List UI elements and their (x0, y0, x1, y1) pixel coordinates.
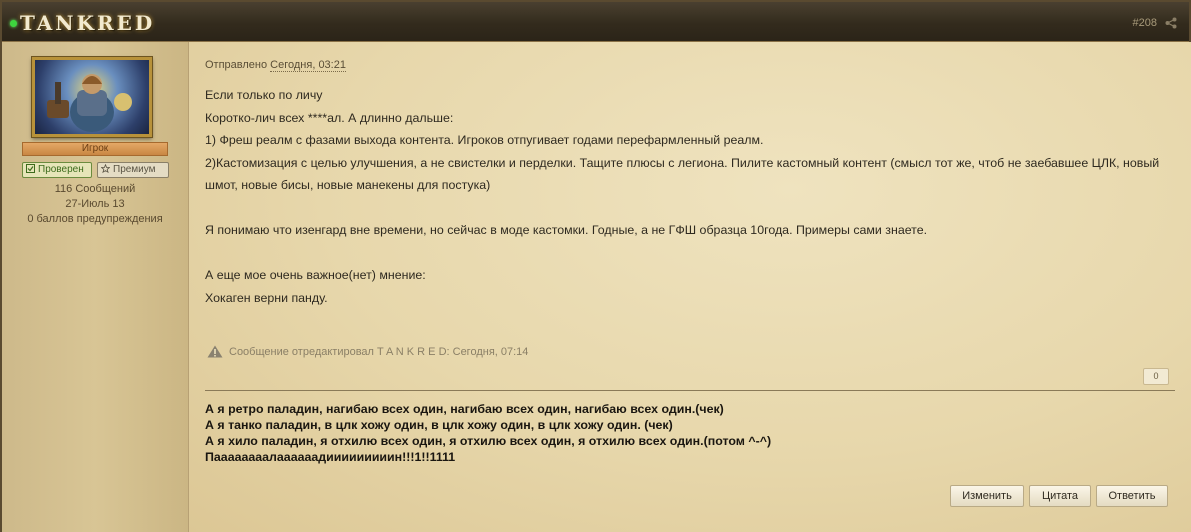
user-rank: Игрок (22, 142, 168, 156)
forum-post: TANKRED #208 Игрок Проверен Премиум 116 … (0, 0, 1191, 532)
reply-button[interactable]: Ответить (1096, 485, 1168, 507)
post-line: Хокаген верни панду. (205, 290, 328, 305)
share-icon[interactable] (1165, 17, 1177, 29)
edit-button[interactable]: Изменить (950, 485, 1024, 507)
post-line: А еще мое очень важное(нет) мнение: (205, 268, 426, 282)
post-line: 2)Кастомизация с целью улучшения, а не с… (205, 155, 1160, 193)
checkbox-icon (26, 164, 35, 173)
username-link[interactable]: TANKRED (20, 11, 155, 35)
signature-line: А я ретро паладин, нагибаю всех один, на… (205, 402, 724, 416)
post-line: 1) Фреш реалм с фазами выхода контента. … (205, 133, 764, 147)
warning-points: 0 баллов предупреждения (27, 213, 163, 225)
post-count: 116 Сообщений (54, 183, 136, 195)
post-line: Если только по личу (205, 88, 323, 102)
reputation-counter[interactable]: 0 (1143, 368, 1169, 385)
warning-icon (207, 345, 223, 358)
post-body: Если только по личу Коротко-лич всех ***… (205, 84, 1175, 309)
edit-note-text: Сообщение отредактировал T A N K R E D: … (229, 346, 529, 358)
post-meta: Отправлено Сегодня, 03:21 (205, 59, 346, 72)
author-sidebar: Игрок Проверен Премиум 116 Сообщений 27-… (2, 42, 189, 532)
signature-line: Паааааааалаааааадииииииииин!!!1!!1111 (205, 450, 456, 464)
verified-badge: Проверен (22, 162, 92, 178)
star-icon (101, 164, 110, 173)
post-line: Коротко-лич всех ****ал. А длинно дальше… (205, 110, 454, 125)
post-content: Отправлено Сегодня, 03:21 Если только по… (189, 42, 1191, 532)
verified-label: Проверен (38, 164, 84, 175)
post-header: TANKRED #208 (2, 2, 1189, 42)
quote-button[interactable]: Цитата (1029, 485, 1091, 507)
signature: А я ретро паладин, нагибаю всех один, на… (205, 401, 1175, 465)
signature-line: А я танко паладин, в цлк хожу один, в цл… (205, 418, 673, 432)
avatar[interactable] (32, 57, 152, 137)
posted-label: Отправлено (205, 59, 268, 71)
join-date: 27-Июль 13 (65, 198, 125, 210)
premium-badge: Премиум (97, 162, 169, 178)
signature-line: А я хило паладин, я отхилю всех один, я … (205, 434, 772, 448)
post-line: Я понимаю что изенгард вне времени, но с… (205, 223, 928, 237)
post-number-link[interactable]: #208 (1133, 17, 1157, 29)
signature-divider (205, 390, 1175, 391)
online-status-icon (10, 20, 17, 27)
premium-label: Премиум (113, 164, 156, 175)
edit-note: Сообщение отредактировал T A N K R E D: … (207, 345, 528, 358)
post-date[interactable]: Сегодня, 03:21 (270, 59, 346, 72)
